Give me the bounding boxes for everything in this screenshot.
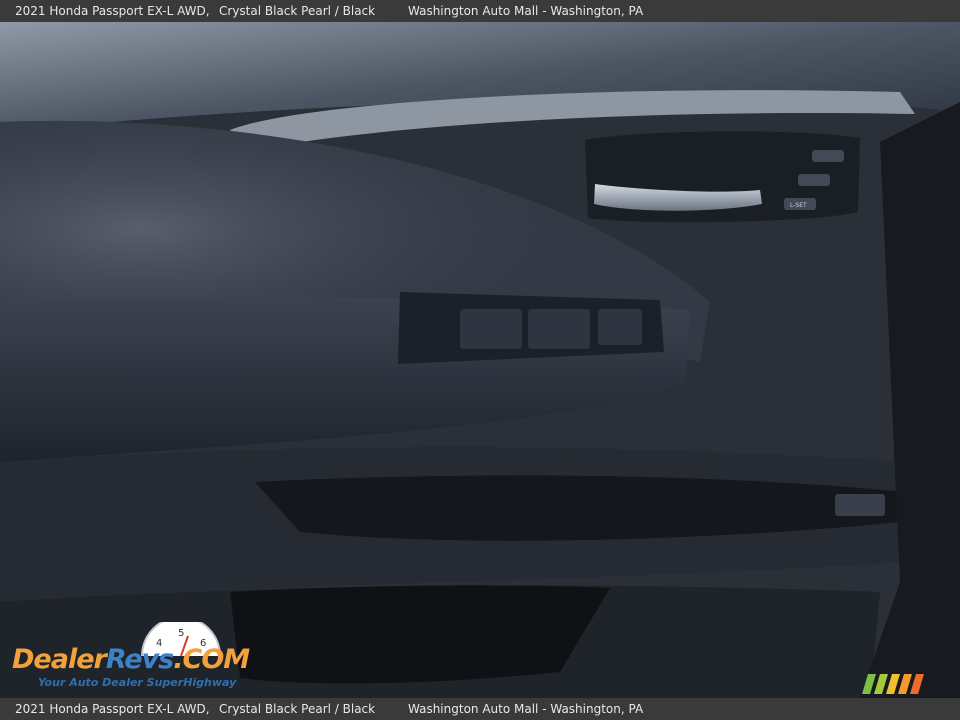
gauge-number-5: 5 bbox=[178, 628, 184, 639]
brand-part-dealer: Dealer bbox=[12, 644, 107, 675]
photo-frame: 2021 Honda Passport EX-L AWD, Crystal Bl… bbox=[0, 0, 960, 720]
brand-wordmark: DealerRevs.COM bbox=[12, 644, 250, 675]
stripes-icon bbox=[862, 674, 924, 694]
bottom-caption-bar: 2021 Honda Passport EX-L AWD, Crystal Bl… bbox=[0, 698, 960, 720]
brand-tagline: Your Auto Dealer SuperHighway bbox=[38, 676, 237, 689]
dealerrevs-watermark: 4 5 6 DealerRevs.COM Your Auto Dealer Su… bbox=[12, 622, 272, 696]
lock-button-label: L-SET bbox=[790, 202, 807, 209]
top-caption-bar: 2021 Honda Passport EX-L AWD, Crystal Bl… bbox=[0, 0, 960, 22]
vehicle-color: Crystal Black Pearl / Black bbox=[219, 4, 376, 18]
door-panel-photo: L-SET bbox=[0, 22, 960, 698]
brand-part-com: .COM bbox=[173, 644, 250, 675]
vehicle-title: 2021 Honda Passport EX-L AWD, bbox=[15, 4, 210, 18]
dealer-name: Washington Auto Mall - Washington, PA bbox=[408, 4, 644, 18]
footer-vehicle-title: 2021 Honda Passport EX-L AWD, bbox=[15, 702, 210, 716]
footer-dealer-name: Washington Auto Mall - Washington, PA bbox=[408, 702, 644, 716]
footer-vehicle-color: Crystal Black Pearl / Black bbox=[219, 702, 376, 716]
brand-part-revs: Revs bbox=[105, 644, 174, 675]
